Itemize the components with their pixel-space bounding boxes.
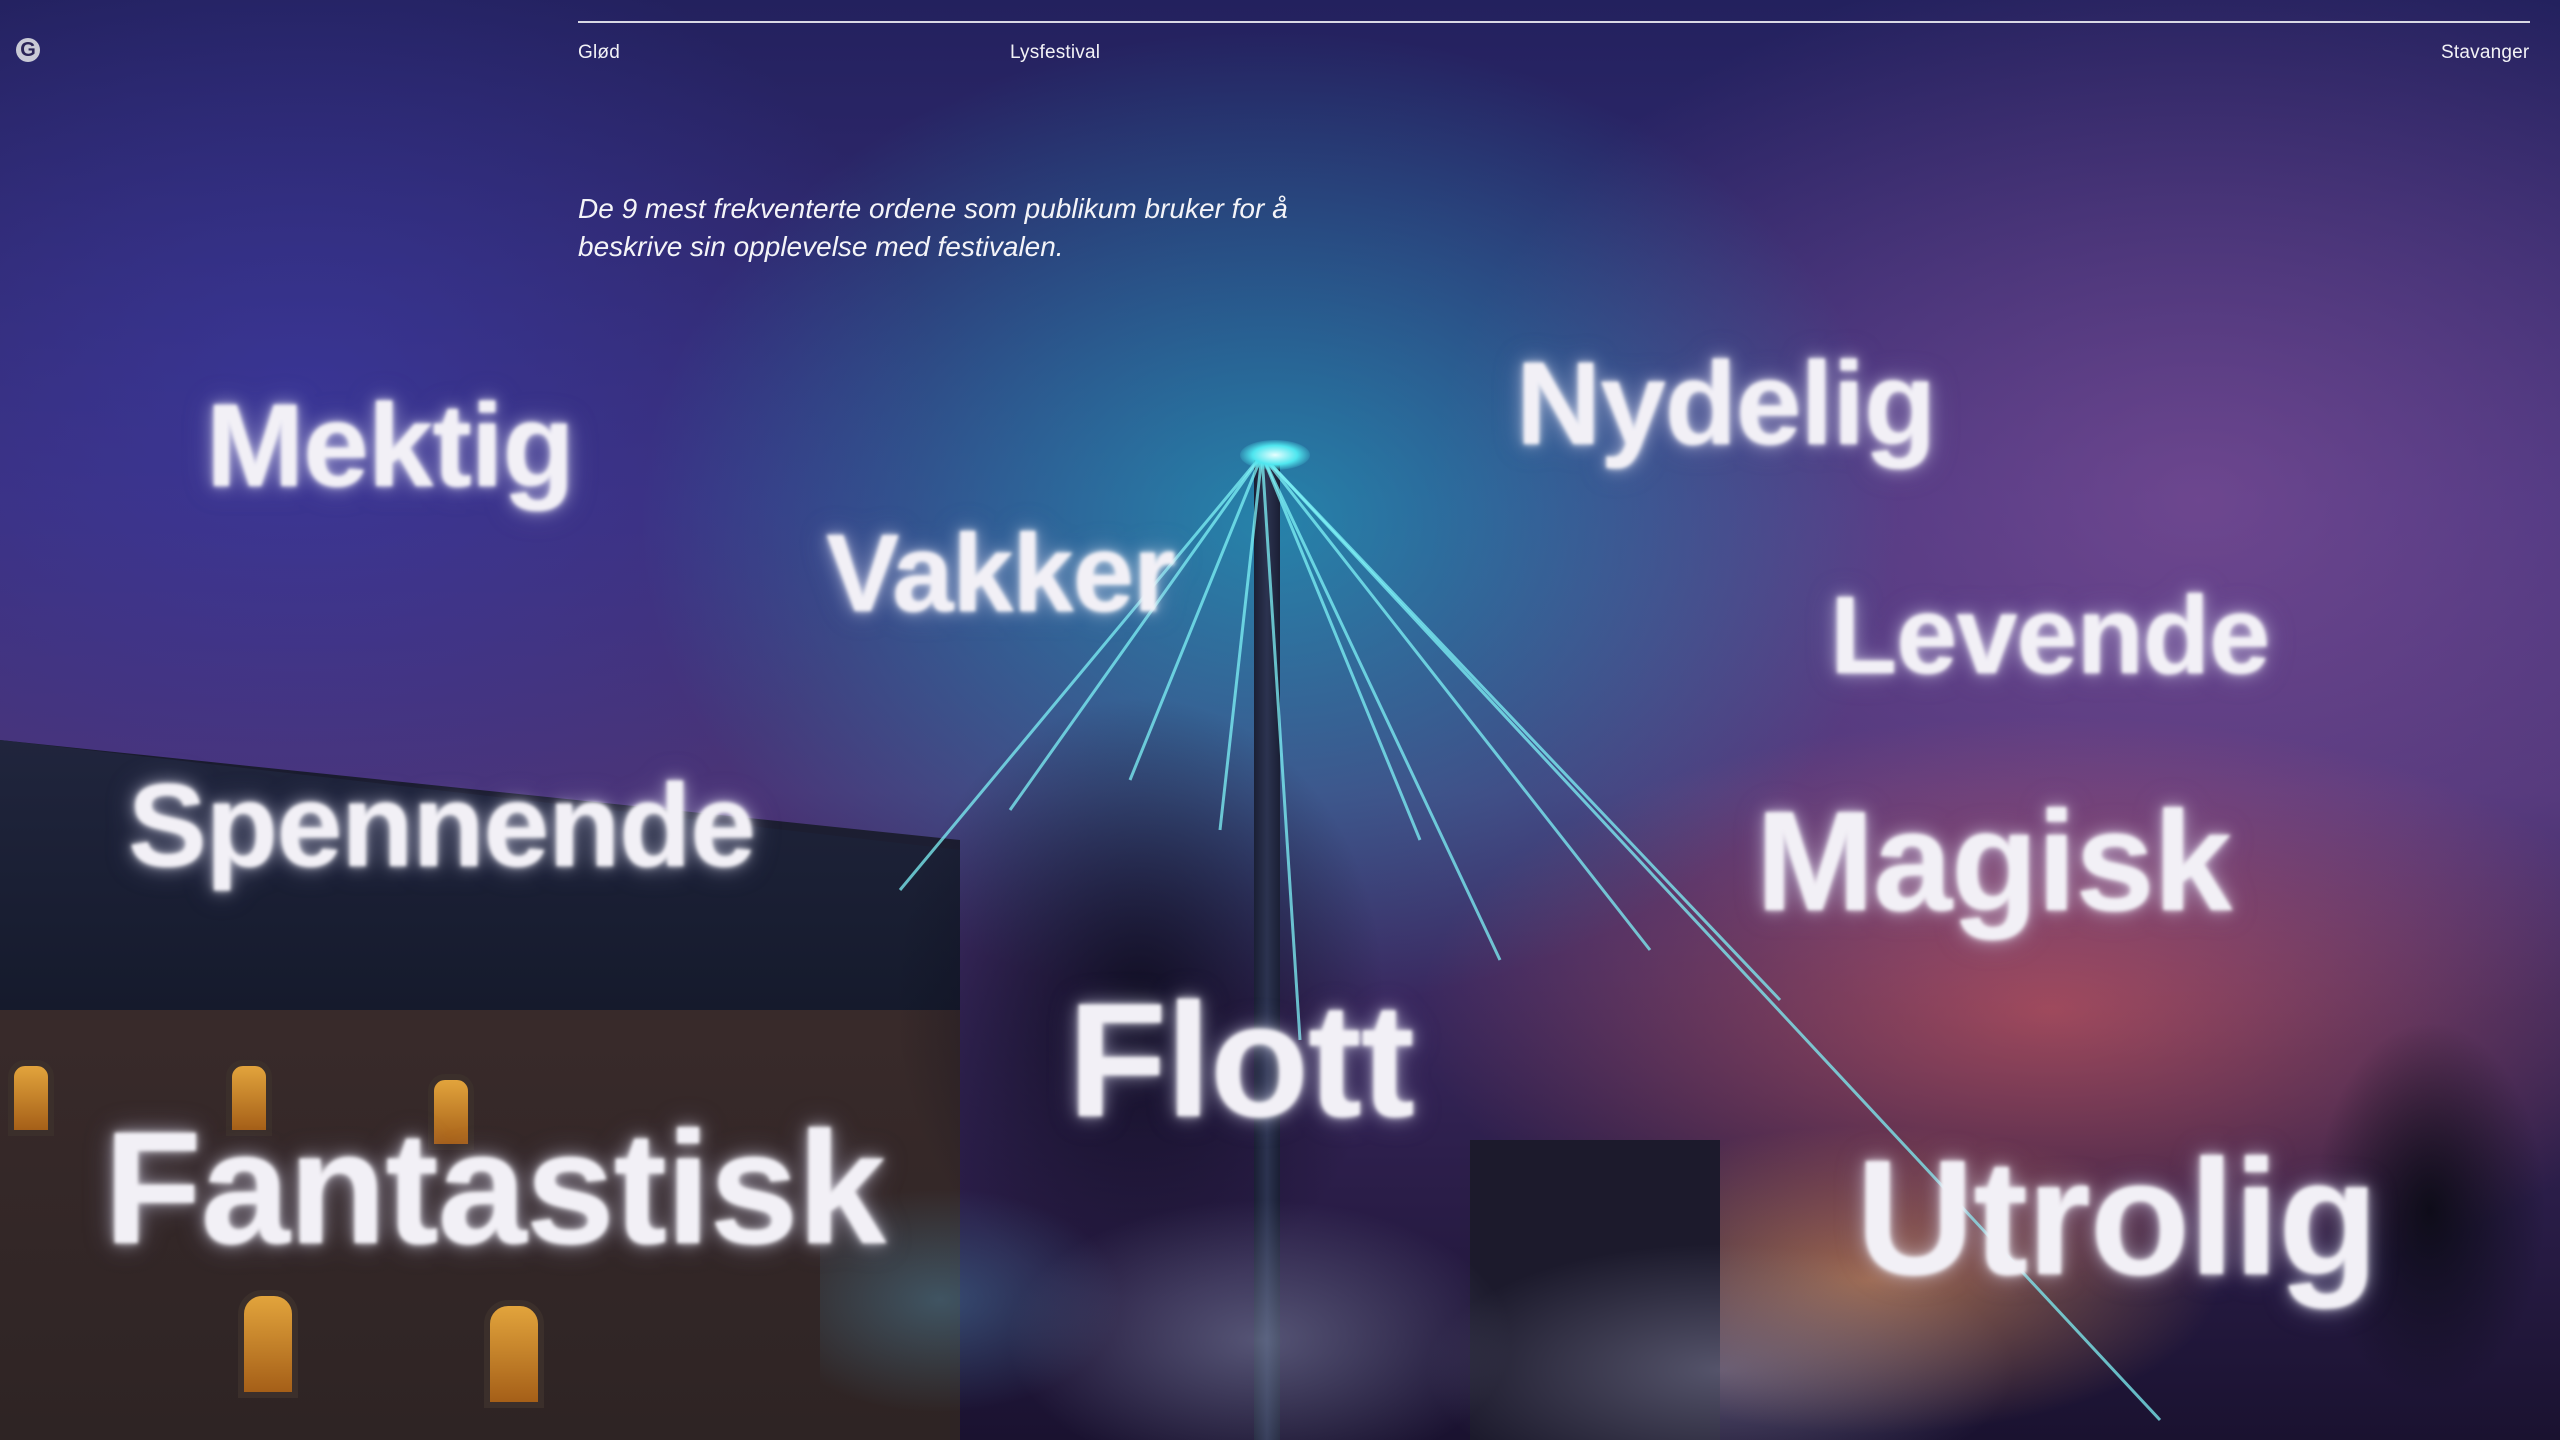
laser-beam	[1218, 454, 1264, 831]
nav-lysfestival[interactable]: Lysfestival	[1010, 42, 1100, 64]
laser-beam	[1260, 454, 1422, 841]
word-vakker: Vakker	[826, 512, 1176, 635]
laser-beam	[1260, 454, 1502, 961]
word-spennende: Spennende	[128, 760, 756, 892]
header-rule	[578, 21, 2530, 23]
word-flott: Flott	[1068, 970, 1415, 1151]
nav-stavanger[interactable]: Stavanger	[2441, 42, 2529, 64]
word-utrolig: Utrolig	[1856, 1126, 2378, 1309]
word-fantastisk: Fantastisk	[104, 1098, 886, 1277]
laser-beam	[1260, 454, 1302, 1041]
laser-source	[1240, 440, 1310, 470]
word-magisk: Magisk	[1756, 782, 2232, 941]
word-mektig: Mektig	[206, 380, 575, 512]
nav-glod[interactable]: Glød	[578, 42, 620, 64]
word-levende: Levende	[1830, 574, 2270, 697]
word-nydelig: Nydelig	[1516, 338, 1936, 470]
spiral-g-logo-icon[interactable]: G	[16, 38, 40, 62]
laser-beam	[1260, 454, 1652, 951]
page-subtitle: De 9 mest frekventerte ordene som publik…	[578, 193, 1288, 262]
